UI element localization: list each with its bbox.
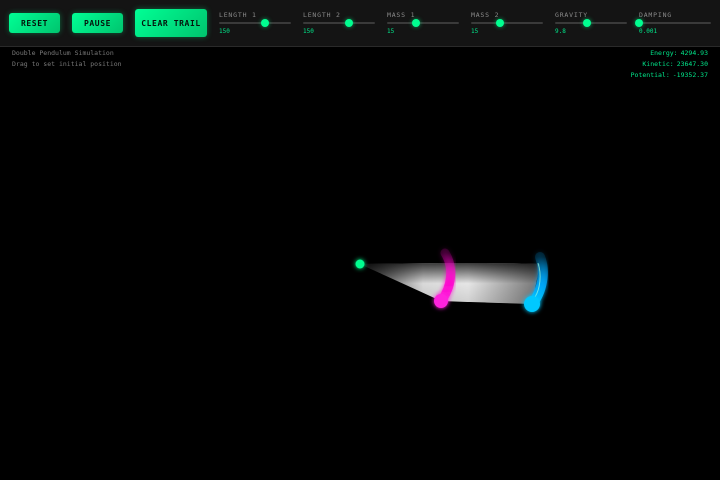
slider-mass-2: MASS 2 15: [471, 11, 545, 37]
slider-track[interactable]: [555, 19, 627, 27]
mass-2-bob[interactable]: [524, 296, 540, 312]
slider-label: LENGTH 2: [303, 11, 341, 19]
slider-track[interactable]: [471, 19, 543, 27]
slider-thumb[interactable]: [411, 19, 420, 27]
slider-thumb[interactable]: [635, 19, 643, 27]
slider-track[interactable]: [303, 19, 375, 27]
slider-value: 15: [387, 28, 395, 35]
slider-thumb[interactable]: [261, 19, 270, 27]
slider-value: 150: [219, 28, 230, 35]
slider-label: GRAVITY: [555, 11, 588, 19]
slider-gravity: GRAVITY 9.8: [555, 11, 629, 37]
slider-value: 15: [471, 28, 479, 35]
simulation-canvas[interactable]: [0, 47, 720, 480]
slider-label: DAMPING: [639, 11, 672, 19]
clear-trail-button[interactable]: CLEAR TRAIL: [135, 9, 207, 37]
slider-track[interactable]: [219, 19, 291, 27]
slider-length-1: LENGTH 1 150: [219, 11, 293, 37]
app-window: RESET PAUSE CLEAR TRAIL LENGTH 1 150 LEN…: [0, 0, 720, 480]
slider-label: MASS 2: [471, 11, 500, 19]
reset-button[interactable]: RESET: [9, 13, 60, 33]
slider-damping: DAMPING 0.001: [635, 11, 713, 37]
pause-button[interactable]: PAUSE: [72, 13, 123, 33]
slider-thumb[interactable]: [583, 19, 592, 27]
slider-value: 150: [303, 28, 314, 35]
slider-length-2: LENGTH 2 150: [303, 11, 377, 37]
control-toolbar: RESET PAUSE CLEAR TRAIL LENGTH 1 150 LEN…: [0, 0, 720, 47]
mass-1-bob[interactable]: [434, 294, 448, 308]
slider-label: MASS 1: [387, 11, 416, 19]
slider-thumb[interactable]: [345, 19, 354, 27]
slider-track[interactable]: [635, 19, 711, 27]
slider-value: 9.8: [555, 28, 566, 35]
slider-value: 0.001: [639, 28, 658, 35]
pivot-point: [355, 259, 365, 269]
slider-mass-1: MASS 1 15: [387, 11, 461, 37]
slider-thumb[interactable]: [495, 19, 504, 27]
slider-track[interactable]: [387, 19, 459, 27]
slider-label: LENGTH 1: [219, 11, 257, 19]
